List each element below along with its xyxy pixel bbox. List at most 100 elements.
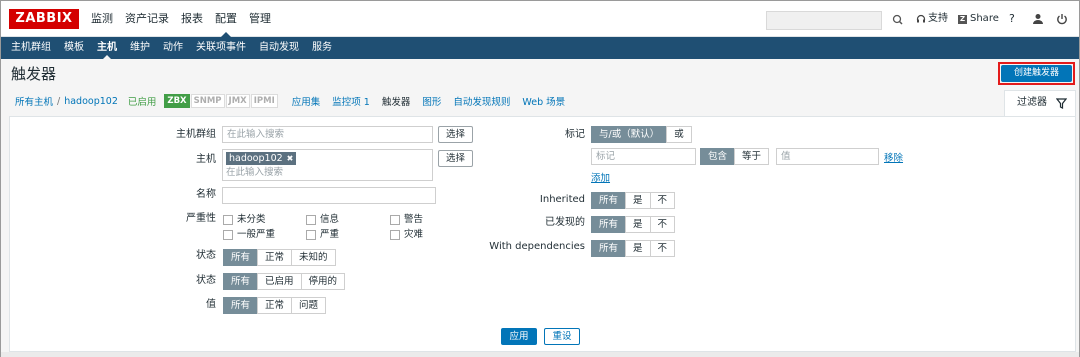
filter-tab[interactable]: 过滤器 bbox=[1004, 90, 1076, 116]
host-group-input[interactable]: 在此输入搜索 bbox=[222, 126, 433, 143]
tab-items[interactable]: 监控项 1 bbox=[332, 94, 370, 108]
host-link[interactable]: hadoop102 bbox=[64, 96, 118, 107]
severity-option-label: 严重 bbox=[320, 229, 340, 240]
host-select-button[interactable]: 选择 bbox=[438, 150, 473, 167]
support-link[interactable]: 支持 bbox=[916, 1, 948, 37]
tags-mode-and-or[interactable]: 与/或（默认） bbox=[591, 126, 668, 143]
apply-button[interactable]: 应用 bbox=[501, 328, 537, 345]
severity-disaster[interactable]: 灾难 bbox=[390, 228, 423, 242]
name-label: 名称 bbox=[196, 189, 216, 200]
remove-token-icon[interactable]: ✖ bbox=[287, 152, 294, 165]
zabbix-logo[interactable]: ZABBIX bbox=[9, 9, 79, 29]
checkbox[interactable] bbox=[390, 215, 400, 225]
inherited-no[interactable]: 不 bbox=[649, 192, 676, 209]
severity-option-label: 警告 bbox=[404, 214, 424, 225]
submenu-templates[interactable]: 模板 bbox=[64, 37, 84, 59]
status-all[interactable]: 所有 bbox=[223, 273, 259, 290]
help-icon[interactable]: ? bbox=[1009, 1, 1015, 37]
ipmi-badge: IPMI bbox=[250, 94, 278, 108]
top-menu: 监测 资产记录 报表 配置 管理 bbox=[91, 1, 283, 37]
severity-high[interactable]: 严重 bbox=[306, 228, 339, 242]
reset-button[interactable]: 重设 bbox=[544, 328, 580, 345]
tab-triggers[interactable]: 触发器 bbox=[382, 94, 411, 108]
add-tag-link[interactable]: 添加 bbox=[591, 170, 610, 184]
state-unknown[interactable]: 未知的 bbox=[291, 249, 336, 266]
page-title: 触发器 bbox=[11, 65, 57, 83]
value-ok[interactable]: 正常 bbox=[257, 297, 293, 314]
remove-tag-link[interactable]: 移除 bbox=[884, 150, 903, 164]
create-trigger-button[interactable]: 创建触发器 bbox=[1001, 65, 1072, 82]
menu-configuration[interactable]: 配置 bbox=[215, 1, 237, 37]
host-multiselect[interactable]: hadoop102 ✖ 在此输入搜索 bbox=[222, 149, 433, 181]
discovered-all[interactable]: 所有 bbox=[591, 216, 627, 233]
inherited-all[interactable]: 所有 bbox=[591, 192, 627, 209]
severity-information[interactable]: 信息 bbox=[306, 213, 339, 227]
severity-not-classified[interactable]: 未分类 bbox=[223, 213, 266, 227]
submenu-discovery[interactable]: 自动发现 bbox=[259, 37, 299, 59]
state-all[interactable]: 所有 bbox=[223, 249, 259, 266]
inherited-yes[interactable]: 是 bbox=[625, 192, 651, 209]
tags-label: 标记 bbox=[565, 129, 585, 140]
sign-out-icon[interactable] bbox=[1055, 12, 1069, 26]
submenu-actions[interactable]: 动作 bbox=[163, 37, 183, 59]
menu-administration[interactable]: 管理 bbox=[249, 1, 271, 37]
state-segmented: 所有 正常 未知的 bbox=[223, 249, 336, 266]
tab-discovery-rules[interactable]: 自动发现规则 bbox=[453, 94, 510, 108]
host-status-enabled[interactable]: 已启用 bbox=[128, 94, 157, 108]
search-icon[interactable] bbox=[890, 11, 906, 29]
status-disabled[interactable]: 停用的 bbox=[300, 273, 346, 290]
checkbox[interactable] bbox=[306, 230, 316, 240]
submenu-maintenance[interactable]: 维护 bbox=[130, 37, 150, 59]
dependencies-no[interactable]: 不 bbox=[649, 240, 676, 257]
severity-warning[interactable]: 警告 bbox=[390, 213, 423, 227]
menu-inventory[interactable]: 资产记录 bbox=[125, 1, 169, 37]
tag-op-equals[interactable]: 等于 bbox=[734, 148, 770, 165]
severity-option-label: 未分类 bbox=[237, 214, 266, 225]
inherited-segmented: 所有 是 不 bbox=[591, 192, 676, 209]
value-all[interactable]: 所有 bbox=[223, 297, 259, 314]
host-search-placeholder: 在此输入搜索 bbox=[226, 167, 284, 178]
severity-average[interactable]: 一般严重 bbox=[223, 228, 275, 242]
checkbox[interactable] bbox=[390, 230, 400, 240]
tab-graphs[interactable]: 图形 bbox=[422, 94, 441, 108]
host-token-label: hadoop102 bbox=[229, 153, 283, 164]
discovered-no[interactable]: 不 bbox=[649, 216, 676, 233]
name-input[interactable] bbox=[222, 187, 436, 204]
tags-mode-or[interactable]: 或 bbox=[666, 126, 692, 143]
state-normal[interactable]: 正常 bbox=[257, 249, 293, 266]
submenu-services[interactable]: 服务 bbox=[312, 37, 332, 59]
breadcrumb-separator: / bbox=[57, 95, 61, 107]
dependencies-yes[interactable]: 是 bbox=[625, 240, 651, 257]
share-link[interactable]: Z Share bbox=[958, 1, 999, 37]
bottom-strip bbox=[1, 352, 1079, 357]
tag-value-input[interactable]: 值 bbox=[776, 148, 879, 165]
discovered-yes[interactable]: 是 bbox=[625, 216, 651, 233]
tab-web-scenarios[interactable]: Web 场景 bbox=[522, 94, 565, 108]
menu-monitoring[interactable]: 监测 bbox=[91, 1, 113, 37]
tag-op-contains[interactable]: 包含 bbox=[700, 148, 736, 165]
support-label: 支持 bbox=[928, 13, 948, 24]
submenu-correlation[interactable]: 关联项事件 bbox=[196, 37, 246, 59]
checkbox[interactable] bbox=[223, 230, 233, 240]
value-problem[interactable]: 问题 bbox=[291, 297, 327, 314]
host-label: 主机 bbox=[196, 154, 216, 165]
tab-applications[interactable]: 应用集 bbox=[292, 94, 321, 108]
checkbox[interactable] bbox=[306, 215, 316, 225]
submenu-hosts[interactable]: 主机 bbox=[97, 37, 117, 59]
status-label: 状态 bbox=[196, 275, 216, 286]
checkbox[interactable] bbox=[223, 215, 233, 225]
tag-name-input[interactable]: 标记 bbox=[591, 148, 696, 165]
host-group-label: 主机群组 bbox=[176, 129, 216, 140]
user-icon[interactable] bbox=[1031, 12, 1045, 26]
menu-reports[interactable]: 报表 bbox=[181, 1, 203, 37]
tags-mode-segmented: 与/或（默认） 或 bbox=[591, 126, 692, 143]
host-group-select-button[interactable]: 选择 bbox=[438, 126, 473, 143]
inherited-label: Inherited bbox=[539, 194, 585, 205]
all-hosts-link[interactable]: 所有主机 bbox=[15, 94, 53, 108]
status-enabled[interactable]: 已启用 bbox=[257, 273, 302, 290]
submenu-host-groups[interactable]: 主机群组 bbox=[11, 37, 51, 59]
dependencies-all[interactable]: 所有 bbox=[591, 240, 627, 257]
funnel-icon bbox=[1056, 98, 1067, 109]
status-segmented: 所有 已启用 停用的 bbox=[223, 273, 346, 290]
global-search-input[interactable] bbox=[766, 11, 882, 30]
